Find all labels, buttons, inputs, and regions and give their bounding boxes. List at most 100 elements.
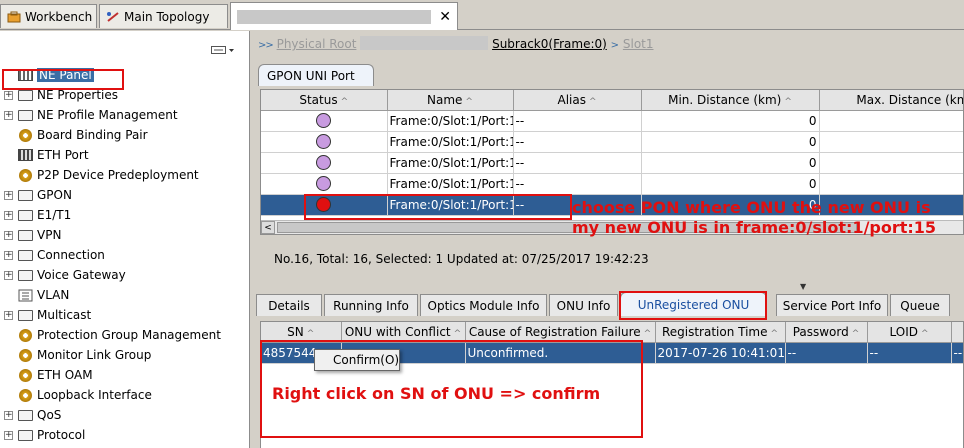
column-header-min-distance[interactable]: Min. Distance (km) ^ [641, 90, 820, 111]
expand-icon[interactable]: + [4, 90, 13, 100]
tree-item-e1-t1[interactable]: + E1/T1 [0, 205, 249, 225]
column-header-status[interactable]: Status ^ [261, 90, 388, 111]
port-min-distance-cell[interactable]: 0 [641, 152, 820, 174]
tab-service-port-info[interactable]: Service Port Info [776, 294, 888, 316]
tree-item-vpn[interactable]: + VPN [0, 225, 249, 245]
tab-device[interactable]: ✕ [230, 2, 458, 30]
tab-label: Main Topology [124, 9, 210, 24]
column-header-cause[interactable]: Cause of Registration Failure ^ [465, 322, 656, 343]
breadcrumb-slot[interactable]: Slot1 [623, 37, 654, 51]
tab-optics-module-info[interactable]: Optics Module Info [420, 294, 547, 316]
port-name-cell[interactable]: Frame:0/Slot:1/Port:11 [387, 110, 514, 132]
keyboard-icon[interactable] [211, 45, 235, 58]
table-row[interactable]: Frame:0/Slot:1/Port:14 -- 0 [261, 173, 963, 195]
tab-label: Service Port Info [782, 298, 882, 313]
expand-icon[interactable]: + [4, 430, 13, 440]
expand-icon[interactable]: + [4, 270, 13, 280]
column-header-registration-time[interactable]: Registration Time ^ [655, 322, 786, 343]
port-alias-cell[interactable]: -- [513, 152, 642, 174]
table-row[interactable]: Frame:0/Slot:1/Port:13 -- 0 [261, 152, 963, 174]
function-tree-panel: NE Panel + NE Properties + NE Profile Manage… [0, 31, 250, 448]
status-cell[interactable] [261, 173, 388, 195]
breadcrumb-separator: > [610, 40, 620, 51]
folder-icon [17, 188, 33, 202]
status-cell[interactable] [261, 131, 388, 153]
expand-icon[interactable]: + [4, 410, 13, 420]
column-header-loid[interactable]: LOID ^ [867, 322, 952, 343]
status-cell[interactable] [261, 152, 388, 174]
column-header-sn[interactable]: SN ^ [261, 322, 342, 343]
tree-item-gpon[interactable]: + GPON [0, 185, 249, 205]
port-alias-cell[interactable]: -- [513, 110, 642, 132]
port-min-distance-cell[interactable]: 0 [641, 173, 820, 195]
breadcrumb-subrack[interactable]: Subrack0(Frame:0) [492, 37, 607, 51]
onu-time-cell[interactable]: 2017-07-26 10:41:01 [655, 342, 786, 364]
tree-item-p2p-device-predeployment[interactable]: P2P Device Predeployment [0, 165, 249, 185]
tab-main-topology[interactable]: Main Topology [99, 4, 228, 28]
tree-item-label: NE Properties [37, 88, 119, 102]
tab-gpon-uni-port[interactable]: GPON UNI Port [258, 64, 374, 86]
table-row[interactable]: Frame:0/Slot:1/Port:11 -- 0 [261, 110, 963, 132]
tree-item-multicast[interactable]: + Multicast [0, 305, 249, 325]
tree-item-loopback-interface[interactable]: Loopback Interface [0, 385, 249, 405]
port-name-cell[interactable]: Frame:0/Slot:1/Port:13 [387, 152, 514, 174]
pane-splitter[interactable]: ▼ [252, 282, 964, 291]
port-min-distance-cell[interactable]: 0 [641, 110, 820, 132]
tree-item-qos[interactable]: + QoS [0, 405, 249, 425]
close-icon[interactable]: ✕ [439, 9, 451, 25]
port-max-distance-cell[interactable] [819, 173, 963, 195]
tree-item-voice-gateway[interactable]: + Voice Gateway [0, 265, 249, 285]
column-header-c[interactable]: C [951, 322, 963, 343]
tree-item-label: Board Binding Pair [37, 128, 148, 142]
port-max-distance-cell[interactable] [819, 152, 963, 174]
tree-item-protocol[interactable]: + Protocol [0, 425, 249, 445]
port-max-distance-cell[interactable] [819, 131, 963, 153]
tab-queue[interactable]: Queue [890, 294, 950, 316]
table-row[interactable]: Frame:0/Slot:1/Port:12 -- 0 [261, 131, 963, 153]
breadcrumb-physical-root[interactable]: Physical Root [277, 37, 357, 51]
expand-icon[interactable]: + [4, 310, 13, 320]
tab-running-info[interactable]: Running Info [324, 294, 418, 316]
tab-label: Running Info [333, 298, 409, 313]
port-alias-cell[interactable]: -- [513, 131, 642, 153]
onu-password-cell[interactable]: -- [785, 342, 868, 364]
tree-item-eth-port[interactable]: ETH Port [0, 145, 249, 165]
expand-icon[interactable]: + [4, 110, 13, 120]
port-min-distance-cell[interactable]: 0 [641, 131, 820, 153]
expand-icon[interactable]: + [4, 230, 13, 240]
expand-icon[interactable]: + [4, 190, 13, 200]
status-cell[interactable] [261, 110, 388, 132]
onu-loid-cell[interactable]: -- [867, 342, 952, 364]
port-name-cell[interactable]: Frame:0/Slot:1/Port:12 [387, 131, 514, 153]
breadcrumb: >> Physical Root Subrack0(Frame:0) > Slo… [258, 36, 654, 51]
column-header-max-distance[interactable]: Max. Distance (km)^ [819, 90, 963, 111]
port-alias-cell[interactable]: -- [513, 173, 642, 195]
tree-item-protection-group-management[interactable]: Protection Group Management [0, 325, 249, 345]
port-name-cell[interactable]: Frame:0/Slot:1/Port:14 [387, 173, 514, 195]
column-header-password[interactable]: Password ^ [785, 322, 868, 343]
tree-item-eth-oam[interactable]: ETH OAM [0, 365, 249, 385]
tree-item-monitor-link-group[interactable]: Monitor Link Group [0, 345, 249, 365]
tab-details[interactable]: Details [256, 294, 322, 316]
tree-item-connection[interactable]: + Connection [0, 245, 249, 265]
scroll-left-icon[interactable]: < [261, 221, 275, 234]
folder-icon [17, 228, 33, 242]
tree-item-label: ETH OAM [37, 368, 93, 382]
tree-item-ne-profile-management[interactable]: + NE Profile Management [0, 105, 249, 125]
expand-icon[interactable]: + [4, 250, 13, 260]
status-indicator-icon [316, 113, 332, 128]
onu-c-cell[interactable]: -- [951, 342, 963, 364]
port-max-distance-cell[interactable] [819, 110, 963, 132]
topology-icon [106, 11, 120, 23]
folder-icon [17, 268, 33, 282]
column-header-name[interactable]: Name ^ [387, 90, 514, 111]
tab-onu-info[interactable]: ONU Info [549, 294, 618, 316]
column-header-onu-conflict[interactable]: ONU with Conflict ^ [341, 322, 466, 343]
tab-label: ONU Info [556, 298, 611, 313]
expand-icon[interactable]: + [4, 210, 13, 220]
tab-workbench[interactable]: Workbench [0, 4, 97, 28]
tree-item-board-binding-pair[interactable]: Board Binding Pair [0, 125, 249, 145]
column-header-alias[interactable]: Alias ^ [513, 90, 642, 111]
tree-item-label: GPON [37, 188, 72, 202]
tree-item-vlan[interactable]: VLAN [0, 285, 249, 305]
